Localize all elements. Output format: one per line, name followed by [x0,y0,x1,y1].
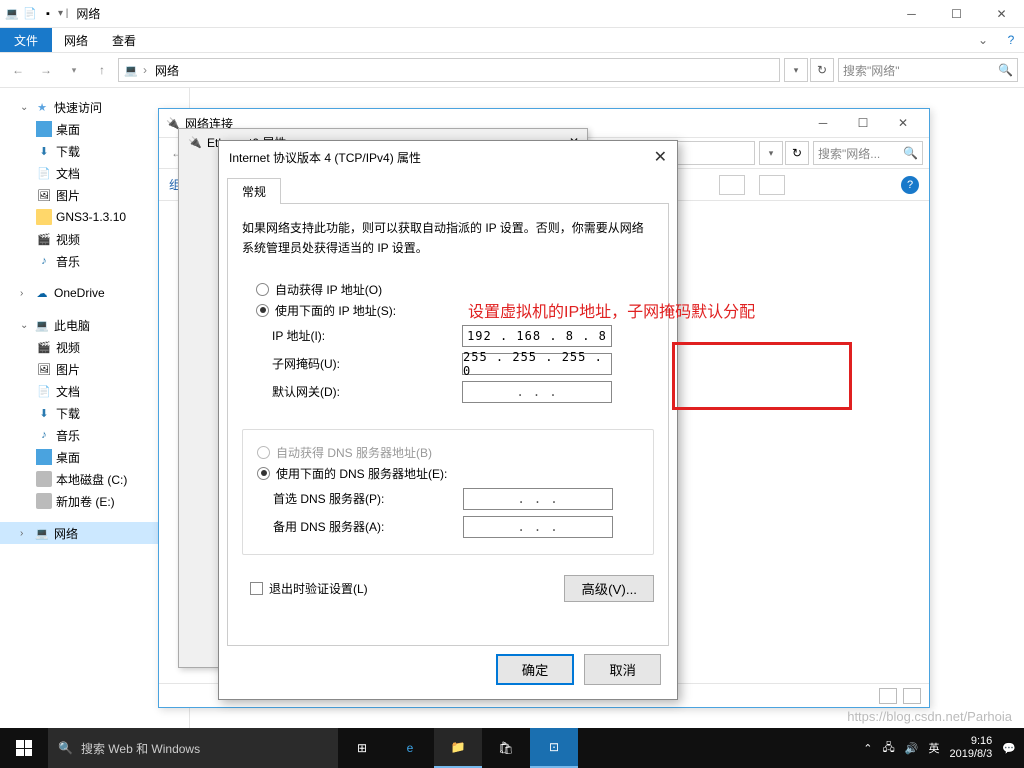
minimize-button[interactable]: ─ [889,0,934,28]
preferred-dns-label: 首选 DNS 服务器(P): [273,490,463,507]
volume-icon[interactable]: 🔊 [905,742,919,755]
preferred-dns-input[interactable]: . . . [463,488,613,510]
view-button[interactable] [719,175,745,195]
radio-auto-dns: 自动获得 DNS 服务器地址(B) [257,444,647,461]
ime-icon[interactable]: 英 [928,740,939,756]
settings-taskbar-icon[interactable]: ⊡ [530,728,578,768]
addr-dropdown[interactable]: ▾ [784,58,808,82]
advanced-button[interactable]: 高级(V)... [564,575,654,602]
close-button[interactable]: ✕ [979,0,1024,28]
validate-label: 退出时验证设置(L) [269,580,368,597]
search-icon: 🔍 [58,741,73,755]
alternate-dns-input[interactable]: . . . [463,516,613,538]
taskbar: 🔍搜索 Web 和 Windows ⊞ e 📁 🛍 ⊡ ⌃ 🖧 🔊 英 9:16… [0,728,1024,768]
taskbar-search[interactable]: 🔍搜索 Web 和 Windows [48,728,338,768]
watermark-text: https://blog.csdn.net/Parhoia [847,709,1012,724]
nc-search-input[interactable]: 搜索"网络...🔍 [813,141,923,165]
clock[interactable]: 9:162019/8/3 [949,735,992,761]
breadcrumb[interactable]: 网络 [151,62,183,79]
maximize-button[interactable]: ☐ [934,0,979,28]
forward-button[interactable]: → [34,58,58,82]
address-bar[interactable]: 💻 › 网络 [118,58,780,82]
network-tab[interactable]: 网络 [52,28,100,52]
annotation-box [672,342,852,410]
task-view-icon[interactable]: ⊞ [338,728,386,768]
search-icon: 🔍 [903,146,918,160]
dialog-title: Internet 协议版本 4 (TCP/IPv4) 属性 [229,149,421,166]
start-button[interactable] [0,728,48,768]
ribbon-tabs: 文件 网络 查看 ⌄ ? [0,28,1024,52]
alternate-dns-label: 备用 DNS 服务器(A): [273,518,463,535]
search-icon: 🔍 [998,63,1013,77]
close-button[interactable]: ✕ [654,147,667,167]
view-large-icon[interactable] [903,688,921,704]
explorer-titlebar: 💻 📄 ▪ ▾ | 网络 ─ ☐ ✕ [0,0,1024,28]
ok-button[interactable]: 确定 [496,654,575,685]
tab-general[interactable]: 常规 [227,178,281,204]
ip-address-input[interactable]: 192 . 168 . 8 . 8 [462,325,612,347]
location-icon: 💻 [123,62,139,78]
address-bar-row: ← → ▾ ↑ 💻 › 网络 ▾ ↻ 搜索"网络" 🔍 [0,52,1024,88]
subnet-mask-input[interactable]: 255 . 255 . 255 . 0 [462,353,612,375]
radio-manual-dns[interactable]: 使用下面的 DNS 服务器地址(E): [257,465,647,482]
tcpip-properties-dialog: Internet 协议版本 4 (TCP/IPv4) 属性 ✕ 常规 如果网络支… [218,140,678,700]
dialog-description: 如果网络支持此功能，则可以获取自动指派的 IP 设置。否则，你需要从网络系统管理… [242,218,654,259]
help-icon[interactable]: ? [901,176,919,194]
system-tray: ⌃ 🖧 🔊 英 9:162019/8/3 💬 [855,735,1024,761]
maximize-button[interactable]: ☐ [843,109,883,137]
preview-button[interactable] [759,175,785,195]
window-title: 网络 [76,5,100,22]
minimize-button[interactable]: ─ [803,109,843,137]
up-button[interactable]: ↑ [90,58,114,82]
gateway-input[interactable]: . . . [462,381,612,403]
help-icon[interactable]: ? [998,28,1024,52]
back-button[interactable]: ← [6,58,30,82]
store-icon[interactable]: 🛍 [482,728,530,768]
addr-dropdown[interactable]: ▾ [759,141,783,165]
qat-item[interactable]: 📄 [22,6,38,22]
gateway-label: 默认网关(D): [272,383,462,400]
qat-dropdown[interactable]: ▾ | [58,8,68,19]
view-details-icon[interactable] [879,688,897,704]
subnet-mask-label: 子网掩码(U): [272,355,462,372]
close-button[interactable]: ✕ [883,109,923,137]
recent-dropdown[interactable]: ▾ [62,58,86,82]
tray-up-icon[interactable]: ⌃ [863,742,872,755]
file-tab[interactable]: 文件 [0,28,52,52]
cancel-button[interactable]: 取消 [584,654,661,685]
annotation-text: 设置虚拟机的IP地址，子网掩码默认分配 [468,298,755,322]
ip-address-label: IP 地址(I): [272,327,462,344]
refresh-button[interactable]: ↻ [810,58,834,82]
dialog-titlebar: Internet 协议版本 4 (TCP/IPv4) 属性 ✕ [219,141,677,173]
qat-item[interactable]: ▪ [40,6,56,22]
search-input[interactable]: 搜索"网络" 🔍 [838,58,1018,82]
window-icon: 💻 [4,6,20,22]
refresh-button[interactable]: ↻ [785,141,809,165]
radio-auto-ip[interactable]: 自动获得 IP 地址(O) [256,281,648,298]
edge-icon[interactable]: e [386,728,434,768]
network-tray-icon[interactable]: 🖧 [883,739,895,758]
explorer-taskbar-icon[interactable]: 📁 [434,728,482,768]
view-tab[interactable]: 查看 [100,28,148,52]
ribbon-expand-icon[interactable]: ⌄ [968,28,998,52]
action-center-icon[interactable]: 💬 [1002,742,1016,755]
validate-checkbox[interactable] [250,582,263,595]
